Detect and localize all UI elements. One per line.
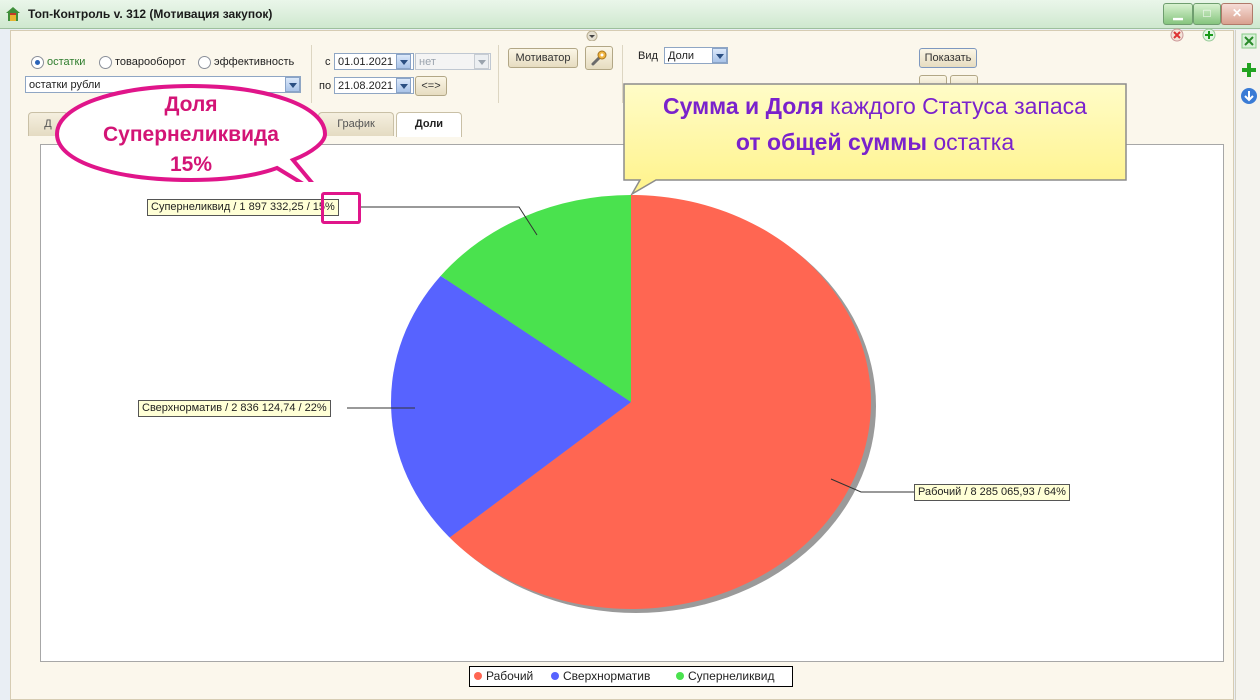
legend-item-superilliquid: Супернеликвид <box>676 667 774 686</box>
slice-label-working: Рабочий / 8 285 065,93 / 64% <box>914 484 1070 501</box>
radio-mode-turnover-label: товарооборот <box>115 56 186 68</box>
radio-mode-stock-label: остатки <box>47 56 86 68</box>
date-from-dropdown-icon[interactable] <box>396 54 411 69</box>
wrench-icon <box>591 50 607 66</box>
extra-dropdown-icon <box>474 54 489 69</box>
radio-mode-efficiency-label: эффективность <box>214 56 295 68</box>
maximize-icon: □ <box>1203 6 1211 20</box>
swap-dates-button[interactable]: <=> <box>415 76 447 96</box>
tab-graph[interactable]: График <box>318 112 394 136</box>
app-logo-icon <box>6 7 20 21</box>
legend-item-working: Рабочий <box>474 667 533 686</box>
side-toolbar <box>1235 30 1260 700</box>
minimize-button[interactable]: ▁ <box>1163 3 1193 25</box>
date-to-dropdown-icon[interactable] <box>396 78 411 93</box>
toolbar-separator <box>498 45 499 103</box>
legend-item-overstock: Сверхнорматив <box>551 667 650 686</box>
radio-mode-stock[interactable] <box>31 56 44 69</box>
percent-highlight-box <box>321 192 361 224</box>
tab-shares[interactable]: Доли <box>396 112 462 137</box>
legend-dot-icon <box>676 672 684 680</box>
clear-filter-icon[interactable] <box>1169 28 1185 42</box>
date-from-label: с <box>325 56 331 68</box>
chart-legend: Рабочий Сверхнорматив Супернеликвид <box>469 666 793 687</box>
close-icon: ✕ <box>1231 6 1243 20</box>
close-button[interactable]: ✕ <box>1221 3 1253 25</box>
yellow-callout-text: Сумма и Доля каждого Статуса запаса от о… <box>663 93 1087 155</box>
window-title: Топ-Контроль v. 312 (Мотивация закупок) <box>28 7 273 21</box>
minimize-icon: ▁ <box>1173 6 1183 20</box>
maximize-button[interactable]: □ <box>1193 3 1221 25</box>
motivator-button[interactable]: Мотиватор <box>508 48 578 68</box>
add-filter-icon[interactable] <box>1201 28 1217 42</box>
add-icon[interactable] <box>1240 61 1258 79</box>
radio-mode-efficiency[interactable] <box>198 56 211 69</box>
legend-dot-icon <box>551 672 559 680</box>
title-bar: Топ-Контроль v. 312 (Мотивация закупок) … <box>0 0 1260 29</box>
view-label: Вид <box>638 50 658 62</box>
close-panel-icon[interactable] <box>1240 32 1258 50</box>
pink-callout-text: Доля Супернеликвида 15% <box>103 93 279 176</box>
settings-button[interactable] <box>585 46 613 70</box>
show-button[interactable]: Показать <box>919 48 977 68</box>
view-dropdown-icon[interactable] <box>712 48 727 63</box>
collapse-toolbar-icon[interactable] <box>585 31 599 41</box>
arrow-down-icon[interactable] <box>1240 87 1258 105</box>
legend-dot-icon <box>474 672 482 680</box>
slice-label-overstock: Сверхнорматив / 2 836 124,74 / 22% <box>138 400 331 417</box>
slice-label-superilliquid: Супернеликвид / 1 897 332,25 / 15% <box>147 199 339 216</box>
radio-mode-turnover[interactable] <box>99 56 112 69</box>
